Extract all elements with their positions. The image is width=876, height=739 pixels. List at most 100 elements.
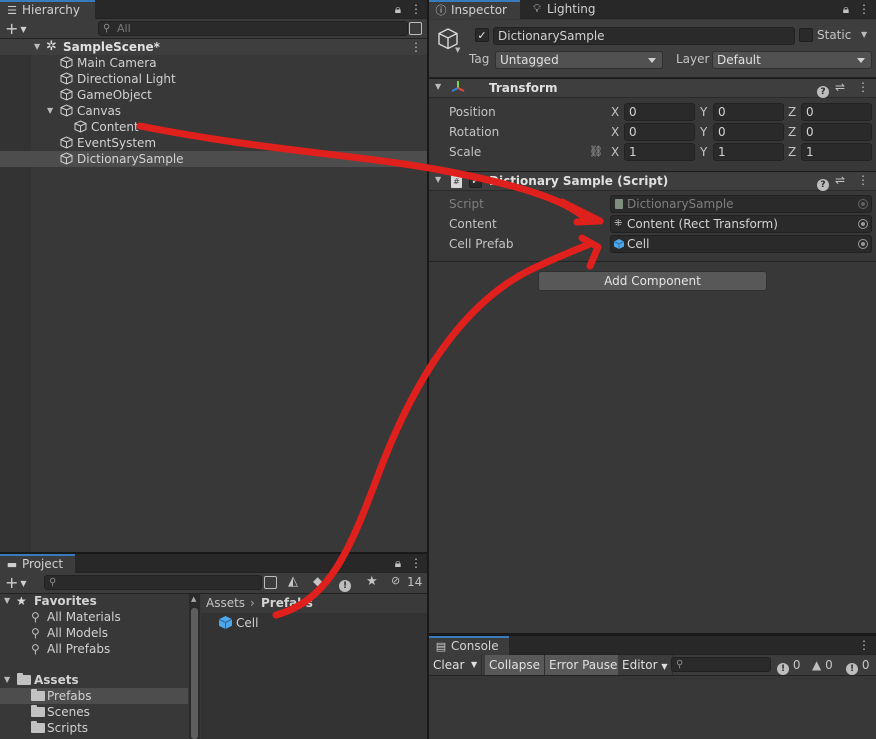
preset-icon[interactable]: ⇌ [835,173,845,187]
asset-item[interactable]: Cell [201,615,427,631]
error-pause-button[interactable]: Error Pause [545,655,623,675]
asset-folder-selected[interactable]: Prefabs [0,688,188,704]
layer-dropdown[interactable]: Default [712,51,872,69]
filter-type-icon[interactable]: ◭ [288,574,298,589]
favorite-item[interactable]: ⚲ All Prefabs [0,641,188,657]
lock-icon[interactable]: 🔒︎ [391,555,405,571]
clear-options-dropdown[interactable]: ▼ [467,655,483,675]
clear-button[interactable]: Clear [429,655,470,675]
hierarchy-search-input[interactable]: ⚲ All [98,21,408,36]
favorites-label: Favorites [34,594,97,608]
warning-count-badge[interactable]: ▲ 0 [812,657,833,673]
error-count: 0 [861,658,870,672]
scale-label: Scale [449,145,482,159]
favorite-item[interactable]: ⚲ All Materials [0,609,188,625]
tab-project[interactable]: ▬ Project [0,554,75,573]
foldout-arrow-icon[interactable]: ▼ [435,175,441,184]
tab-console-label: Console [451,639,499,653]
object-picker-icon[interactable] [858,219,868,229]
hierarchy-item[interactable]: GameObject [0,87,427,103]
constrain-proportions-icon[interactable]: ⛓︎ [589,142,603,162]
error-count-badge[interactable]: ! 0 [846,657,870,675]
enabled-checkbox[interactable]: ✓ [469,175,482,188]
scale-x-field[interactable]: 1 [624,143,695,161]
scene-more-icon[interactable]: ⋮ [410,39,422,55]
scale-z-field[interactable]: 1 [801,143,872,161]
search-by-type-icon[interactable] [264,576,277,589]
asset-folder[interactable]: Scenes [0,704,188,720]
lock-icon[interactable]: 🔒︎ [839,1,853,17]
rotation-z-field[interactable]: 0 [801,123,872,141]
rotation-y-field[interactable]: 0 [713,123,784,141]
log-count-badge[interactable]: ! 0 [777,657,800,675]
position-y-field[interactable]: 0 [713,103,784,121]
project-search-input[interactable]: ⚲ [44,575,262,590]
component-menu-icon[interactable]: ⋮ [857,173,869,187]
breadcrumb-assets[interactable]: Assets [206,594,245,613]
icon-dropdown-arrow[interactable]: ▼ [455,46,460,54]
editor-target-dropdown[interactable]: Editor ▼ [618,655,673,675]
more-menu-icon[interactable]: ⋮ [857,1,871,17]
tab-console[interactable]: ▤ Console [429,636,509,655]
hierarchy-item[interactable]: ▼ Canvas [0,103,427,119]
warning-count: 0 [825,658,833,672]
object-name-field[interactable]: DictionarySample [493,27,795,45]
warning-filter-icon[interactable]: ! [339,575,351,592]
breadcrumb-prefabs[interactable]: Prefabs [261,594,313,613]
preset-icon[interactable]: ⇌ [835,80,845,94]
object-picker-icon[interactable] [858,239,868,249]
scale-y-field[interactable]: 1 [713,143,784,161]
active-checkbox[interactable]: ✓ [475,28,489,42]
create-asset-button[interactable]: + ▼ [5,573,27,592]
hierarchy-item[interactable]: Directional Light [0,71,427,87]
search-icon: ⚲ [31,626,40,640]
console-icon: ▤ [435,640,447,653]
expand-arrow-icon[interactable]: ▼ [4,672,10,688]
folder-tree-scrollbar[interactable]: ▲ [189,594,200,739]
more-menu-icon[interactable]: ⋮ [857,637,871,653]
script-component-header[interactable]: ▼ # ✓ Dictionary Sample (Script) ? ⇌ ⋮ [429,171,876,191]
asset-folder[interactable]: Scripts [0,720,188,736]
cell-prefab-field[interactable]: Cell [610,235,872,253]
tab-inspector[interactable]: ⓘ Inspector [429,0,520,19]
static-dropdown-icon[interactable]: ▼ [861,30,867,39]
assets-row[interactable]: ▼ Assets [0,672,188,688]
lock-icon[interactable]: 🔒︎ [391,1,405,17]
more-menu-icon[interactable]: ⋮ [409,555,423,571]
tab-hierarchy[interactable]: ☰ Hierarchy [0,0,95,19]
position-x-field[interactable]: 0 [624,103,695,121]
scrollbar-thumb[interactable] [191,608,198,739]
chevron-down-icon: ▼ [661,662,668,671]
collapse-button[interactable]: Collapse [485,655,545,675]
scroll-up-icon[interactable]: ▲ [191,595,196,603]
static-checkbox[interactable] [799,28,813,42]
add-component-button[interactable]: Add Component [538,271,767,291]
console-search-input[interactable]: ⚲ [671,657,771,672]
scene-row[interactable]: ▼ ✲ SampleScene* ⋮ [0,39,427,55]
filter-label-icon[interactable]: ◆ [313,574,322,588]
transform-header[interactable]: ▼ Transform ? ⇌ ⋮ [429,78,876,98]
foldout-arrow-icon[interactable]: ▼ [435,82,441,91]
position-z-field[interactable]: 0 [801,103,872,121]
favorite-item[interactable]: ⚲ All Models [0,625,188,641]
tag-dropdown[interactable]: Untagged [495,51,663,69]
favorite-star-icon[interactable]: ★ [366,574,378,589]
expand-arrow-icon[interactable]: ▼ [34,39,40,55]
hierarchy-item-selected[interactable]: DictionarySample [0,151,427,167]
expand-arrow-icon[interactable]: ▼ [47,103,53,119]
add-object-button[interactable]: + ▼ [5,19,27,38]
scene-visibility-icon[interactable] [409,22,422,35]
help-icon[interactable]: ? [817,81,829,98]
hierarchy-item-label: Main Camera [77,56,157,70]
tab-lighting[interactable]: 💡︎ Lighting [525,0,606,19]
content-field[interactable]: ⁜ Content (Rect Transform) [610,215,872,233]
hierarchy-item[interactable]: Content [0,119,427,135]
component-menu-icon[interactable]: ⋮ [857,80,869,94]
hierarchy-item[interactable]: Main Camera [0,55,427,71]
more-menu-icon[interactable]: ⋮ [409,1,423,17]
expand-arrow-icon[interactable]: ▼ [4,593,10,609]
hidden-packages-icon[interactable]: ⊘ [391,574,400,587]
hierarchy-item[interactable]: EventSystem [0,135,427,151]
help-icon[interactable]: ? [817,174,829,191]
rotation-x-field[interactable]: 0 [624,123,695,141]
